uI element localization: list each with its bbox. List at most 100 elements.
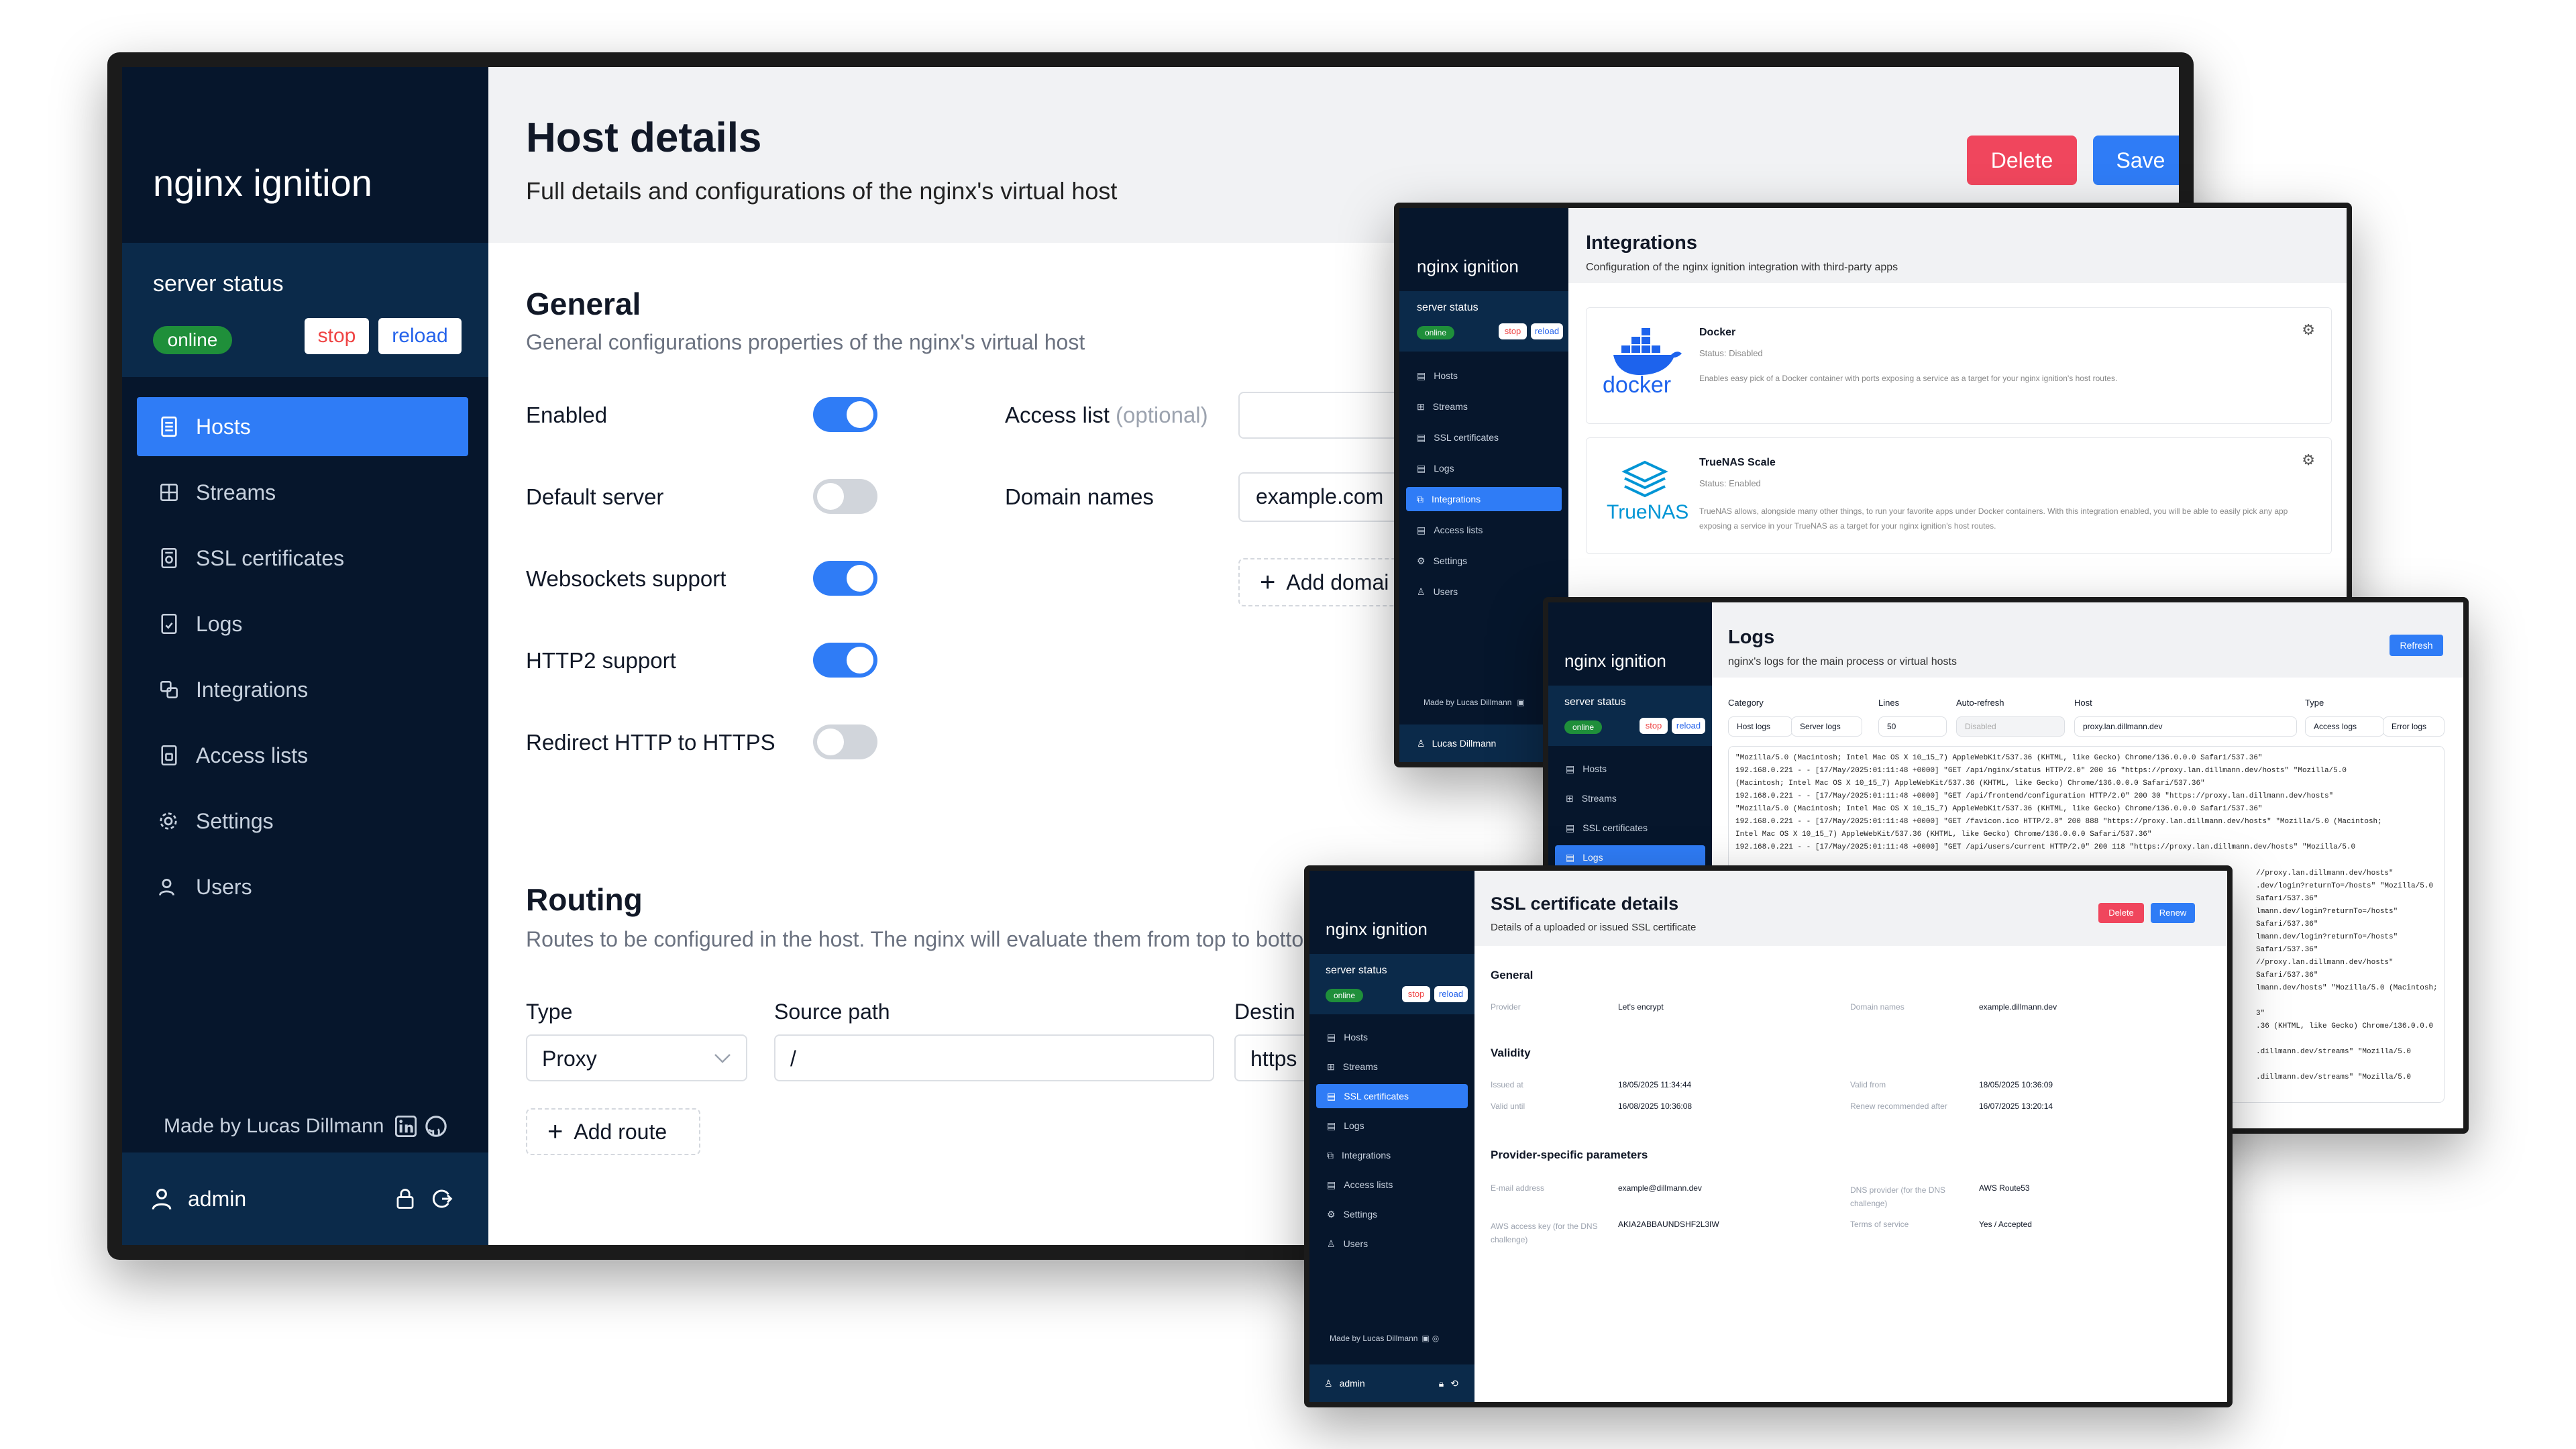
sidebar-item-hosts[interactable]: ▤ Hosts	[1555, 757, 1705, 781]
logs-icon: ▤	[1327, 1120, 1336, 1131]
source-path-input[interactable]: /	[774, 1034, 1214, 1081]
sidebar-item-settings[interactable]: ⚙ Settings	[1316, 1202, 1468, 1226]
add-route-label: Add route	[574, 1119, 667, 1144]
sidebar-item-label: Hosts	[196, 414, 251, 439]
add-route-button[interactable]: + Add route	[526, 1108, 700, 1155]
email-label: E-mail address	[1491, 1183, 1545, 1193]
sidebar-item-logs[interactable]: Logs	[137, 594, 468, 653]
sidebar-item-access-lists[interactable]: Access lists	[137, 726, 468, 785]
lines-select[interactable]: 50	[1878, 716, 1947, 737]
status-badge: online	[153, 326, 232, 354]
sidebar-item-access-lists[interactable]: ▤ Access lists	[1316, 1173, 1468, 1197]
sidebar-item-hosts[interactable]: ▤ Hosts	[1316, 1025, 1468, 1049]
sidebar-item-logs[interactable]: ▤ Logs	[1316, 1114, 1468, 1138]
websockets-toggle[interactable]	[813, 561, 877, 596]
renew-button[interactable]: Renew	[2151, 903, 2195, 923]
log-line: //proxy.lan.dillmann.dev/hosts"	[2256, 869, 2394, 877]
sidebar-item-label: Streams	[1581, 793, 1617, 804]
page-subtitle: Details of a uploaded or issued SSL cert…	[1491, 922, 1697, 933]
log-line: 192.168.0.221 - - [17/May/2025:01:11:48 …	[1735, 767, 2347, 775]
sidebar-item-hosts[interactable]: ▤ Hosts	[1406, 364, 1562, 388]
save-button[interactable]: Save	[2093, 136, 2179, 185]
access-logs-option[interactable]: Access logs	[2305, 716, 2384, 737]
sidebar-item-ssl-certificates[interactable]: ▤ SSL certificates	[1555, 816, 1705, 840]
github-icon[interactable]	[425, 1115, 447, 1138]
sidebar-item-streams[interactable]: ⊞ Streams	[1555, 786, 1705, 810]
sidebar-item-ssl-certificates[interactable]: SSL certificates	[137, 529, 468, 588]
stop-button[interactable]: stop	[1499, 323, 1527, 339]
reload-button[interactable]: reload	[1531, 323, 1563, 339]
gear-icon[interactable]: ⚙	[2302, 321, 2315, 339]
made-by-text: Made by Lucas Dillmann	[1330, 1334, 1418, 1343]
auto-refresh-select[interactable]: Disabled	[1956, 716, 2065, 737]
sidebar-item-label: Integrations	[1432, 494, 1481, 504]
sidebar-item-access-lists[interactable]: ▤ Access lists	[1406, 518, 1562, 542]
log-line: 3"	[2256, 1010, 2265, 1018]
gear-icon[interactable]: ⚙	[2302, 451, 2315, 469]
stop-button[interactable]: stop	[1402, 986, 1430, 1002]
linkedin-icon[interactable]: ▣	[1517, 698, 1524, 707]
stop-button[interactable]: stop	[305, 318, 369, 354]
dns-provider-label: DNS provider (for the DNS challenge)	[1850, 1185, 1946, 1208]
sidebar-item-label: Logs	[1344, 1120, 1364, 1131]
routing-section-subtitle: Routes to be configured in the host. The…	[526, 927, 1304, 951]
lock-icon[interactable]: 🔒︎	[1439, 1378, 1444, 1389]
sidebar-item-users[interactable]: ♙ Users	[1316, 1232, 1468, 1256]
valid-from-label: Valid from	[1850, 1080, 1886, 1089]
sidebar-item-integrations[interactable]: Integrations	[137, 660, 468, 719]
integration-card-truenas[interactable]: TrueNAS TrueNAS Scale Status: Enabled Tr…	[1586, 437, 2332, 554]
enabled-toggle[interactable]	[813, 397, 877, 432]
http2-toggle[interactable]	[813, 643, 877, 678]
sidebar-item-settings[interactable]: ⚙ Settings	[1406, 549, 1562, 573]
logout-icon[interactable]: ⟲	[1450, 1378, 1458, 1389]
sidebar-item-logs[interactable]: ▤ Logs	[1406, 456, 1562, 480]
redirect-https-toggle[interactable]	[813, 724, 877, 759]
delete-button[interactable]: Delete	[1967, 136, 2077, 185]
server-logs-option[interactable]: Server logs	[1791, 716, 1862, 737]
source-path-label: Source path	[774, 1000, 890, 1024]
refresh-button[interactable]: Refresh	[2390, 635, 2443, 656]
host-logs-option[interactable]: Host logs	[1728, 716, 1792, 737]
svg-text:TrueNAS: TrueNAS	[1607, 501, 1688, 523]
linkedin-icon[interactable]: ▣	[1421, 1334, 1429, 1343]
linkedin-icon[interactable]	[394, 1116, 417, 1137]
sidebar-item-integrations[interactable]: ⧉ Integrations	[1406, 487, 1562, 511]
ssl-sidebar: nginx ignition server status online stop…	[1309, 871, 1474, 1402]
lock-icon[interactable]	[395, 1188, 415, 1210]
route-type-value: Proxy	[542, 1046, 597, 1071]
server-status-panel: server status online stop reload	[122, 243, 488, 377]
default-server-toggle[interactable]	[813, 479, 877, 514]
sidebar-item-users[interactable]: ♙ Users	[1406, 580, 1562, 604]
status-badge: online	[1417, 326, 1454, 339]
logout-icon[interactable]	[431, 1188, 453, 1210]
ssl-screen: nginx ignition server status online stop…	[1309, 871, 2227, 1402]
server-status-label: server status	[1417, 302, 1479, 313]
domain-names-label: Domain names	[1850, 1002, 1904, 1012]
users-icon: ♙	[1417, 586, 1426, 597]
sidebar-item-ssl-certificates[interactable]: ▤ SSL certificates	[1406, 425, 1562, 449]
sidebar-item-streams[interactable]: ⊞ Streams	[1316, 1055, 1468, 1079]
page-subtitle: nginx's logs for the main process or vir…	[1728, 656, 1957, 667]
delete-button[interactable]: Delete	[2098, 903, 2144, 923]
sidebar-item-ssl-certificates[interactable]: ▤ SSL certificates	[1316, 1084, 1468, 1108]
sidebar-item-integrations[interactable]: ⧉ Integrations	[1316, 1143, 1468, 1167]
sidebar-item-streams[interactable]: ⊞ Streams	[1406, 394, 1562, 419]
github-icon[interactable]: ◎	[1432, 1334, 1439, 1343]
server-logs-label: Server logs	[1800, 722, 1841, 731]
sidebar-item-settings[interactable]: Settings	[137, 792, 468, 851]
reload-button[interactable]: reload	[378, 318, 462, 354]
error-logs-option[interactable]: Error logs	[2383, 716, 2445, 737]
page-title: Integrations	[1586, 232, 1697, 254]
host-select[interactable]: proxy.lan.dillmann.dev	[2074, 716, 2297, 737]
logs-icon: ▤	[1417, 462, 1426, 474]
username: admin	[188, 1186, 247, 1211]
sidebar-item-users[interactable]: Users	[137, 857, 468, 916]
reload-button[interactable]: reload	[1672, 718, 1705, 734]
integration-card-docker[interactable]: docker Docker Status: Disabled Enables e…	[1586, 307, 2332, 424]
sidebar-item-hosts[interactable]: Hosts	[137, 397, 468, 456]
stop-button[interactable]: stop	[1640, 718, 1668, 734]
route-type-select[interactable]: Proxy	[526, 1034, 747, 1081]
gear-icon	[160, 812, 177, 830]
sidebar-item-streams[interactable]: Streams	[137, 463, 468, 522]
reload-button[interactable]: reload	[1434, 986, 1468, 1002]
